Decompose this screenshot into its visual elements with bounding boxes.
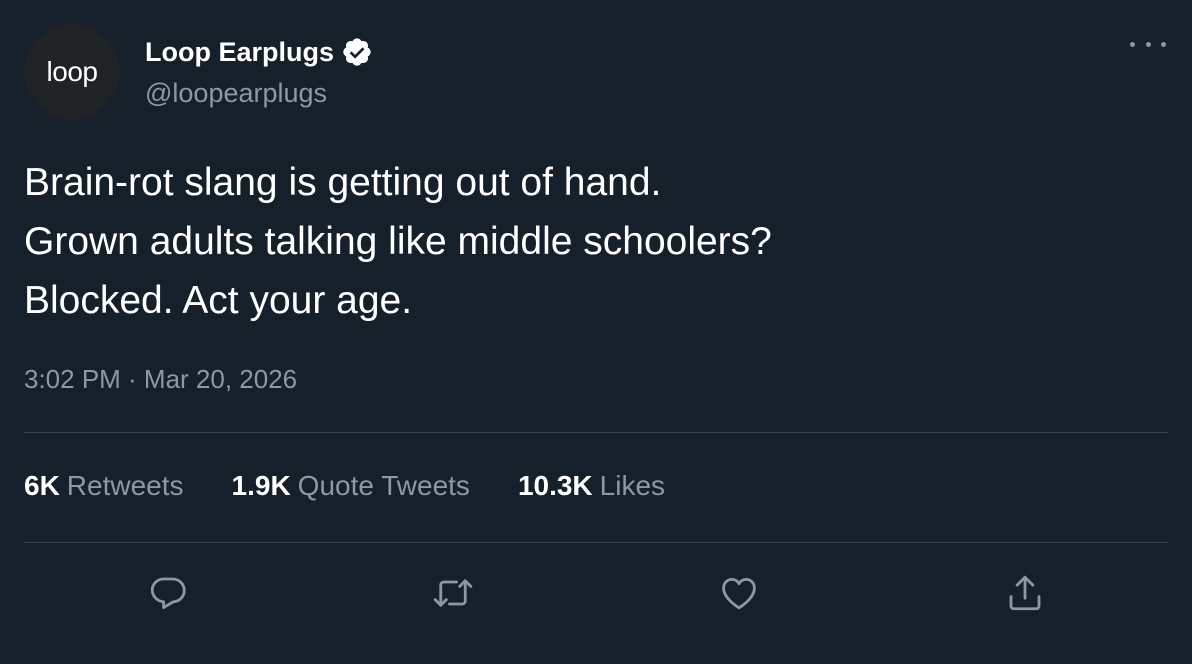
stat-label: Quote Tweets [297, 470, 470, 501]
stat-quote-tweets[interactable]: 1.9K Quote Tweets [232, 470, 470, 502]
divider [24, 542, 1168, 543]
more-dot [1145, 41, 1151, 47]
tweet-line: Blocked. Act your age. [24, 279, 413, 322]
verified-badge-icon [341, 36, 373, 68]
heart-icon [722, 577, 756, 610]
divider [24, 432, 1168, 433]
stat-label: Retweets [66, 470, 184, 501]
stat-likes[interactable]: 10.3K Likes [518, 470, 665, 502]
avatar[interactable]: loop [24, 24, 120, 120]
stat-count: 10.3K [517, 470, 593, 501]
reply-button[interactable] [145, 570, 191, 616]
share-button[interactable] [1002, 570, 1048, 616]
display-name[interactable]: Loop Earplugs [145, 37, 334, 68]
retweet-button[interactable] [430, 570, 476, 616]
stat-retweets[interactable]: 6K Retweets [24, 470, 184, 502]
more-dot [1161, 41, 1166, 47]
more-dot [1130, 41, 1135, 47]
stat-count: 6K [24, 470, 60, 501]
more-options-icon[interactable] [1130, 32, 1166, 56]
reply-icon [150, 577, 186, 609]
tweet-line: Grown adults talking like middle schoole… [24, 220, 772, 263]
tweet-line: Brain-rot slang is getting out of hand. [24, 161, 662, 204]
share-icon [1009, 575, 1041, 611]
tweet-timestamp[interactable]: 3:02 PM · Mar 20, 2026 [24, 364, 297, 395]
author-handle[interactable]: @loopearplugs [145, 78, 327, 109]
engagement-stats: 6K Retweets 1.9K Quote Tweets 10.3K Likes [24, 470, 713, 502]
tweet-text: Brain-rot slang is getting out of hand. … [24, 153, 1164, 330]
author-name-row: Loop Earplugs [145, 32, 373, 72]
avatar-text: loop [46, 56, 98, 87]
stat-label: Likes [599, 470, 666, 501]
like-button[interactable] [716, 570, 762, 616]
retweet-icon [433, 579, 473, 607]
stat-count: 1.9K [231, 470, 291, 501]
